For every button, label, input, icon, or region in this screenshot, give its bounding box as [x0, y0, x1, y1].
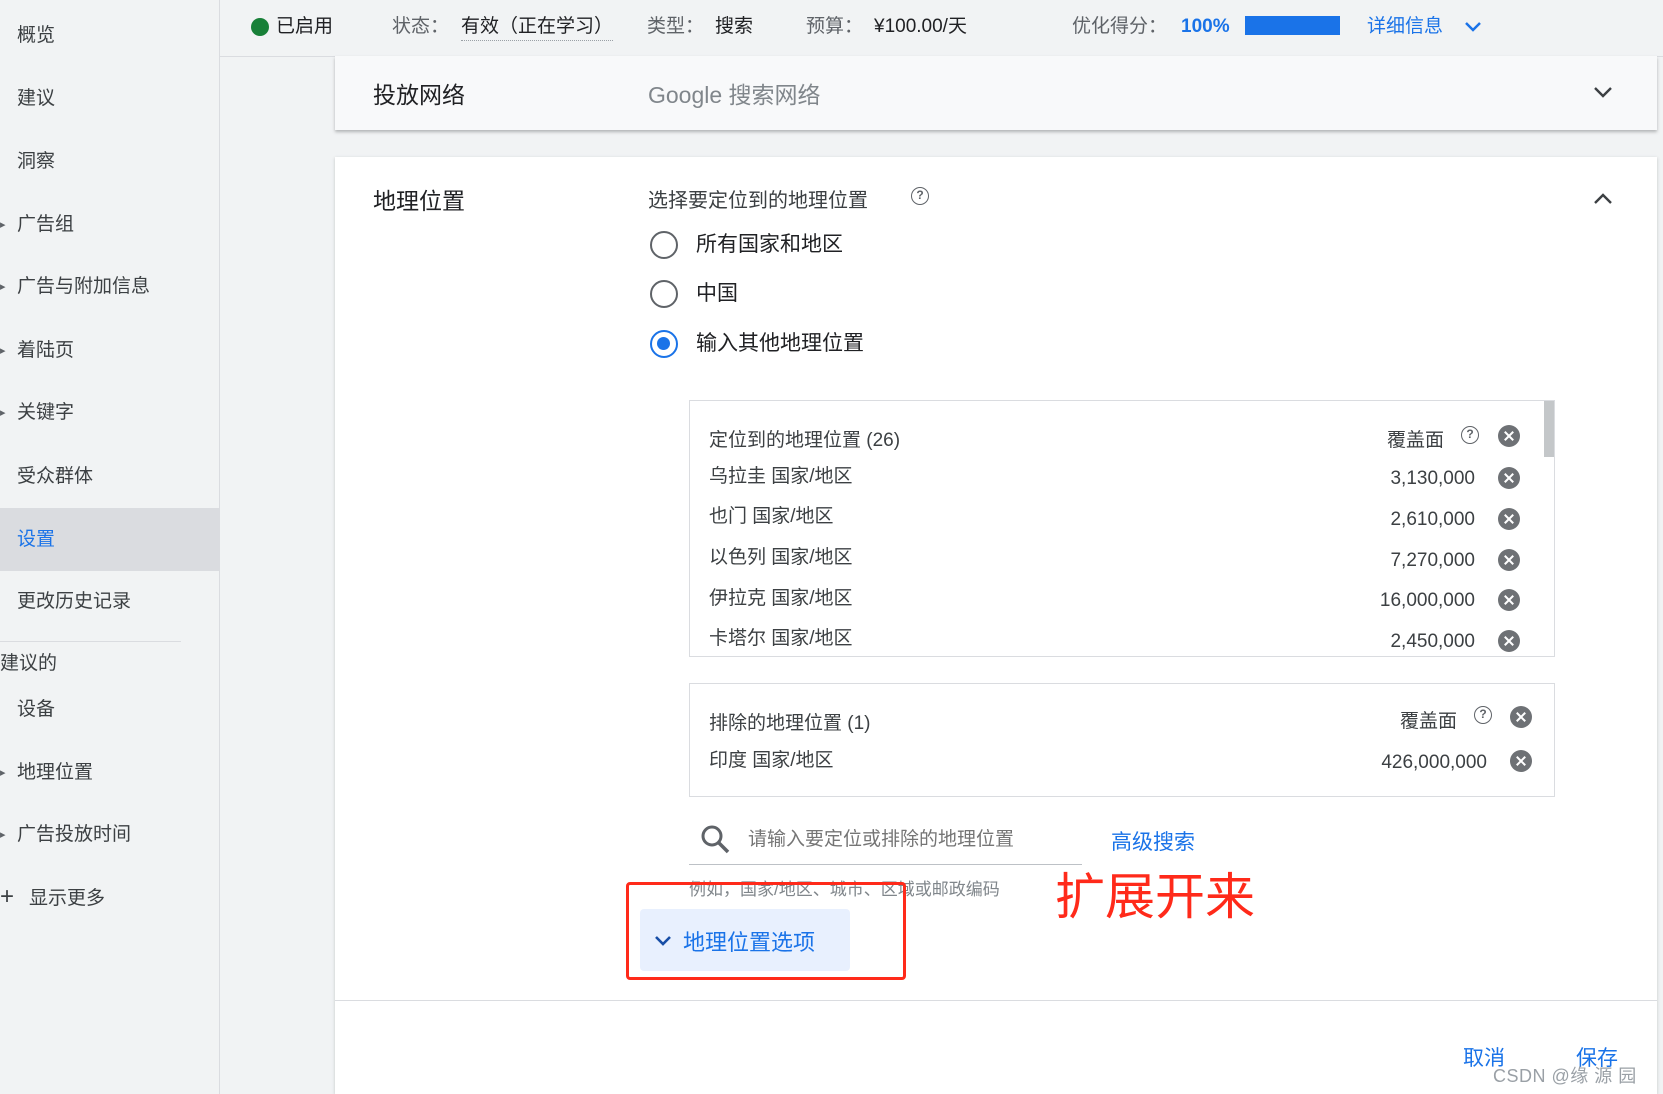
expand-arrow-icon: ▸ [0, 281, 6, 293]
optimization-score-label: 优化得分： [1072, 16, 1168, 37]
reach-column-label: 覆盖面 [1400, 711, 1458, 732]
location-reach: 2,610,000 [1390, 509, 1475, 530]
sidebar-item-overview[interactable]: 概览 [17, 24, 55, 48]
expand-arrow-icon: ▸ [0, 767, 6, 779]
location-name: 也门 国家/地区 [709, 506, 834, 527]
targeted-locations-header: 定位到的地理位置 (26) [709, 430, 901, 451]
network-section-title: 投放网络 [373, 82, 465, 108]
remove-location-icon[interactable] [1498, 549, 1520, 571]
expand-arrow-icon: ▸ [0, 407, 6, 419]
sidebar-divider [0, 641, 181, 642]
help-icon[interactable]: ? [1461, 426, 1479, 444]
remove-location-icon[interactable] [1498, 630, 1520, 652]
search-icon [701, 825, 730, 854]
plus-icon: + [0, 883, 15, 910]
location-prompt: 选择要定位到的地理位置 [648, 190, 868, 212]
status-label: 状态： [392, 16, 450, 37]
optimization-score-value[interactable]: 100% [1181, 14, 1230, 40]
location-reach: 426,000,000 [1381, 752, 1487, 773]
sidebar-item-recommendations[interactable]: 建议 [17, 87, 55, 111]
sidebar-item-ads-extensions[interactable]: 广告与附加信息 [17, 275, 150, 299]
sidebar-item-keywords[interactable]: 关键字 [17, 401, 74, 425]
targeted-locations-panel: 定位到的地理位置 (26) 覆盖面 ? 乌拉圭 国家/地区 3,130,000 … [689, 400, 1555, 657]
sidebar-section-title: 建议的 [0, 653, 58, 674]
help-icon[interactable]: ? [911, 187, 929, 205]
location-settings-card: 地理位置 选择要定位到的地理位置 ? 所有国家和地区 中国 输入其他地理位置 定… [335, 157, 1657, 1094]
optimization-score-fill [1245, 16, 1340, 35]
remove-all-icon[interactable] [1510, 706, 1532, 728]
expand-arrow-icon: ▸ [0, 219, 6, 231]
remove-location-icon[interactable] [1498, 508, 1520, 530]
location-reach: 7,270,000 [1390, 550, 1475, 571]
chevron-up-icon[interactable] [1591, 187, 1615, 211]
location-search-input[interactable] [748, 823, 1068, 857]
watermark: CSDN @缘 源 园 [1493, 1066, 1637, 1086]
advanced-search-link[interactable]: 高级搜索 [1111, 826, 1195, 856]
radio-all-countries-label[interactable]: 所有国家和地区 [696, 231, 843, 259]
location-reach: 2,450,000 [1390, 631, 1475, 652]
remove-location-icon[interactable] [1498, 589, 1520, 611]
location-name: 以色列 国家/地区 [709, 547, 853, 568]
excluded-locations-panel: 排除的地理位置 (1) 覆盖面 ? 印度 国家/地区 426,000,000 [689, 683, 1555, 797]
type-value: 搜索 [715, 16, 754, 37]
sidebar-item-change-history[interactable]: 更改历史记录 [17, 590, 131, 614]
details-link[interactable]: 详细信息 [1367, 14, 1443, 40]
show-more-button[interactable]: 显示更多 [29, 887, 105, 911]
enabled-status[interactable]: 已启用 [276, 14, 333, 40]
scrollbar[interactable] [1544, 401, 1554, 457]
radio-china[interactable] [650, 280, 678, 308]
sidebar-item-devices[interactable]: 设备 [17, 698, 55, 722]
location-section-title: 地理位置 [373, 188, 465, 214]
status-dot-icon [251, 18, 269, 36]
location-reach: 3,130,000 [1390, 468, 1475, 489]
network-settings-card[interactable]: 投放网络 Google 搜索网络 [335, 56, 1657, 130]
remove-location-icon[interactable] [1498, 467, 1520, 489]
type-label: 类型： [647, 16, 705, 37]
sidebar-item-audiences[interactable]: 受众群体 [17, 465, 93, 489]
sidebar: 概览 建议 洞察 ▸ 广告组 ▸ 广告与附加信息 ▸ 着陆页 ▸ 关键字 受众群… [0, 0, 220, 1094]
excluded-locations-header: 排除的地理位置 (1) [709, 713, 871, 734]
budget-label: 预算： [806, 16, 864, 37]
card-divider [335, 1000, 1657, 1001]
location-name: 印度 国家/地区 [709, 750, 834, 771]
network-section-value: Google 搜索网络 [648, 82, 821, 108]
chevron-down-icon[interactable] [1591, 80, 1615, 104]
search-underline [689, 864, 1082, 865]
help-icon[interactable]: ? [1474, 706, 1492, 724]
expand-arrow-icon: ▸ [0, 829, 6, 841]
expand-arrow-icon: ▸ [0, 345, 6, 357]
sidebar-item-settings[interactable]: 设置 [17, 528, 55, 552]
optimization-score-bar [1245, 16, 1340, 35]
location-name: 卡塔尔 国家/地区 [709, 628, 853, 649]
campaign-status-bar: 已启用 状态： 有效（正在学习） 类型： 搜索 预算： ¥100.00/天 优化… [220, 0, 1663, 57]
annotation-text: 扩展开来 [1055, 869, 1255, 925]
chevron-down-icon[interactable] [1463, 17, 1483, 37]
reach-column-label: 覆盖面 [1387, 430, 1445, 451]
status-value[interactable]: 有效（正在学习） [461, 14, 614, 41]
sidebar-item-ad-schedule[interactable]: 广告投放时间 [17, 823, 131, 847]
sidebar-item-ad-groups[interactable]: 广告组 [17, 213, 74, 237]
sidebar-item-insights[interactable]: 洞察 [17, 150, 55, 174]
remove-all-icon[interactable] [1498, 425, 1520, 447]
location-name: 伊拉克 国家/地区 [709, 588, 853, 609]
radio-all-countries[interactable] [650, 231, 678, 259]
radio-china-label[interactable]: 中国 [696, 280, 738, 308]
budget-value[interactable]: ¥100.00/天 [874, 14, 967, 40]
annotation-highlight-box [626, 882, 906, 980]
radio-other-locations[interactable] [650, 330, 678, 358]
remove-location-icon[interactable] [1510, 750, 1532, 772]
radio-other-locations-label[interactable]: 输入其他地理位置 [696, 330, 864, 358]
location-reach: 16,000,000 [1379, 590, 1475, 611]
sidebar-item-landing-pages[interactable]: 着陆页 [17, 339, 74, 363]
sidebar-item-locations[interactable]: 地理位置 [17, 761, 93, 785]
location-name: 乌拉圭 国家/地区 [709, 466, 853, 487]
